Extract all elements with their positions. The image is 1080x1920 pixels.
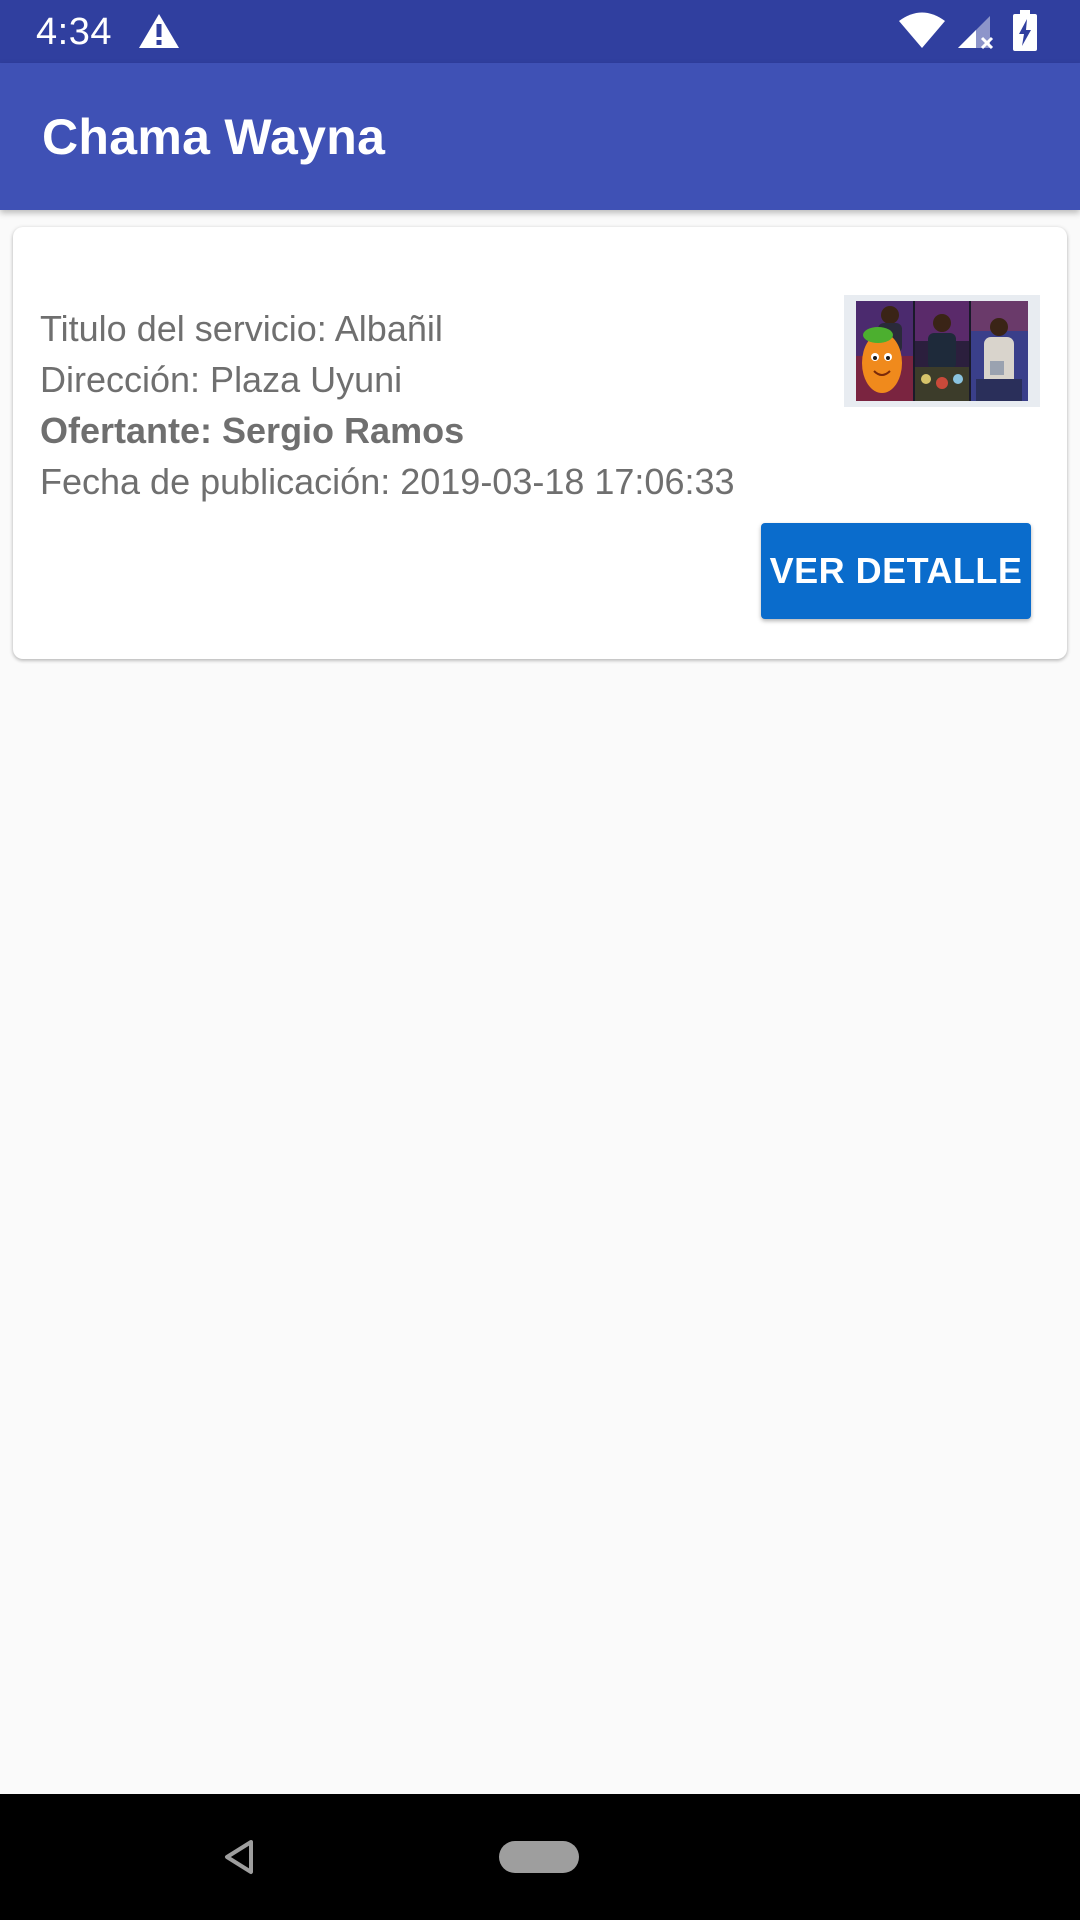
back-icon[interactable] xyxy=(222,1838,256,1876)
service-title: Titulo del servicio: Albañil xyxy=(40,308,443,349)
home-icon[interactable] xyxy=(499,1841,579,1873)
signal-icon xyxy=(958,16,994,50)
battery-charging-icon xyxy=(1013,10,1037,51)
status-bar: 4:34 xyxy=(0,0,1080,63)
service-provider: Ofertante: Sergio Ramos xyxy=(40,410,465,451)
service-card: Titulo del servicio: Albañil Dirección: … xyxy=(13,227,1067,659)
service-thumbnail xyxy=(844,295,1040,407)
service-photo-image xyxy=(856,301,1028,401)
publication-date: Fecha de publicación: 2019-03-18 17:06:3… xyxy=(40,461,735,502)
navigation-bar xyxy=(0,1794,1080,1920)
app-title: Chama Wayna xyxy=(42,109,386,165)
wifi-icon xyxy=(899,12,945,48)
warning-icon xyxy=(139,14,179,48)
status-time: 4:34 xyxy=(36,11,112,53)
ver-detalle-button[interactable]: VER DETALLE xyxy=(761,523,1031,619)
service-address: Dirección: Plaza Uyuni xyxy=(40,359,403,400)
app-bar: Chama Wayna xyxy=(0,63,1080,210)
